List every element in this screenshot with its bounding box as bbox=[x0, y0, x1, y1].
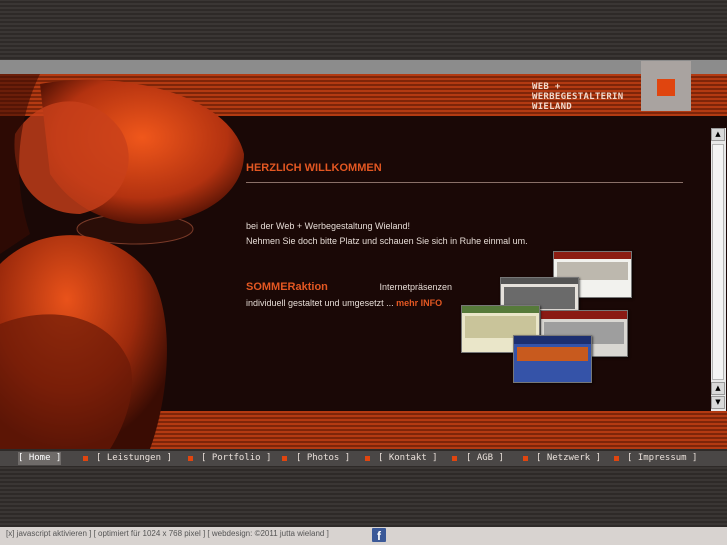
promo-text-2: individuell gestaltet und umgesetzt ... bbox=[246, 298, 394, 308]
nav-separator-square bbox=[188, 456, 193, 461]
nav-separator-square bbox=[83, 456, 88, 461]
nav-separator-square bbox=[523, 456, 528, 461]
footer-bar: [x] javascript aktivieren ] [ optimiert … bbox=[0, 527, 727, 545]
promo-highlight: SOMMERaktion bbox=[246, 281, 328, 293]
website-thumbnail bbox=[513, 335, 592, 383]
nav-separator-square bbox=[614, 456, 619, 461]
nav-separator-square bbox=[452, 456, 457, 461]
nav-item-portfolio[interactable]: [ Portfolio ] bbox=[201, 452, 271, 465]
red-lounge-chair-image bbox=[0, 74, 245, 449]
main-navigation: [ Home ] [ Leistungen ] [ Portfolio ] [ … bbox=[0, 451, 727, 466]
brand-logo-square bbox=[641, 61, 691, 111]
nav-item-impressum[interactable]: [ Impressum ] bbox=[627, 452, 697, 465]
brand-line-3: WIELAND bbox=[532, 102, 573, 112]
nav-item-leistungen[interactable]: [ Leistungen ] bbox=[96, 452, 172, 465]
arrow-up-icon[interactable]: ▲ bbox=[711, 128, 725, 141]
brand-line-1: WEB + bbox=[532, 82, 561, 92]
arrow-up-icon[interactable]: ▲ bbox=[711, 382, 725, 395]
arrow-down-icon[interactable]: ▼ bbox=[711, 396, 725, 409]
promo-text-1: Internetpräsenzen bbox=[379, 282, 452, 292]
brand-wordmark: WEB + WERBEGESTALTERIN WIELAND bbox=[532, 82, 624, 112]
facebook-icon[interactable]: f bbox=[372, 528, 386, 543]
top-gray-band bbox=[0, 60, 727, 74]
brand-line-2: WERBEGESTALTERIN bbox=[532, 92, 624, 102]
nav-item-netzwerk[interactable]: [ Netzwerk ] bbox=[536, 452, 601, 465]
nav-item-kontakt[interactable]: [ Kontakt ] bbox=[378, 452, 438, 465]
summer-promo-block: SOMMERaktion Internetpräsenzen individue… bbox=[246, 279, 452, 311]
nav-separator-square bbox=[365, 456, 370, 461]
intro-line-1: bei der Web + Werbegestaltung Wieland! bbox=[246, 221, 411, 231]
content-scrollbar[interactable]: ▲ ▲ ▼ bbox=[711, 128, 726, 411]
brand-logo-inner-square bbox=[657, 79, 675, 96]
scrollbar-thumb[interactable] bbox=[712, 144, 724, 380]
nav-item-home[interactable]: [ Home ] bbox=[18, 452, 62, 465]
intro-line-2: Nehmen Sie doch bitte Platz und schauen … bbox=[246, 236, 528, 246]
footer-text: [x] javascript aktivieren ] [ optimiert … bbox=[6, 529, 329, 538]
promo-more-info-link[interactable]: mehr INFO bbox=[396, 298, 442, 308]
title-divider bbox=[246, 182, 683, 183]
portfolio-screenshots-collage bbox=[460, 250, 635, 383]
nav-item-photos[interactable]: [ Photos ] bbox=[296, 452, 350, 465]
nav-separator-square bbox=[282, 456, 287, 461]
nav-item-agb[interactable]: [ AGB ] bbox=[466, 452, 504, 465]
page-title: HERZLICH WILLKOMMEN bbox=[246, 162, 382, 174]
